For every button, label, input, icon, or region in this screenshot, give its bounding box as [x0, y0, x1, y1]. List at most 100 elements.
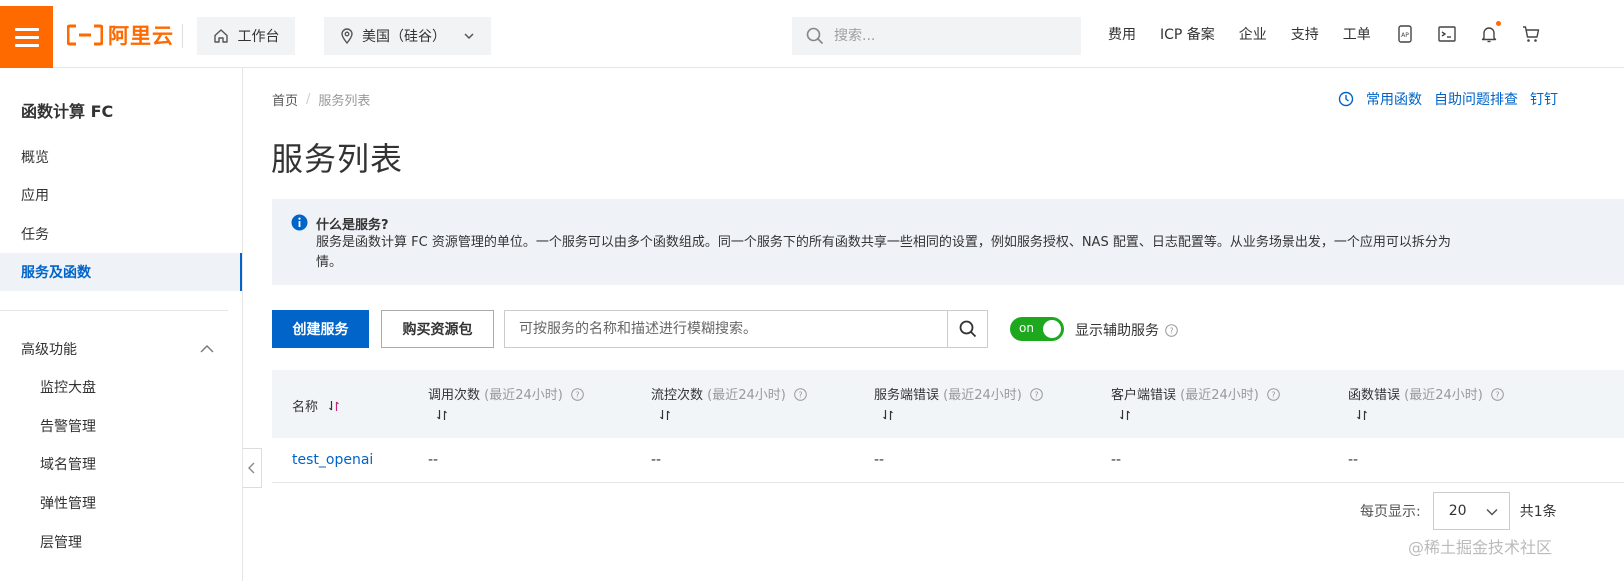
page-size-value: 20	[1448, 503, 1467, 519]
menu-icon[interactable]	[0, 6, 53, 68]
sidebar-item-layers[interactable]: 层管理	[0, 523, 242, 561]
sidebar-item-applications[interactable]: 应用	[0, 176, 242, 214]
column-invocations-hint: (最近24小时)	[480, 388, 563, 403]
sort-icon[interactable]	[882, 409, 894, 421]
breadcrumb-home[interactable]: 首页	[272, 90, 298, 109]
cell-function-errors: --	[1348, 452, 1359, 468]
search-icon	[806, 27, 824, 45]
nav-support[interactable]: 支持	[1291, 24, 1319, 44]
sidebar-group-label: 高级功能	[21, 342, 77, 358]
show-auxiliary-label: 显示辅助服务 ?	[1075, 320, 1178, 340]
sidebar-divider	[0, 310, 228, 311]
dingtalk-link[interactable]: 钉钉	[1530, 89, 1558, 109]
region-selector[interactable]: 美国（硅谷）	[324, 17, 491, 55]
column-throttles-hint: (最近24小时)	[703, 388, 786, 403]
info-icon	[291, 214, 308, 231]
nav-billing[interactable]: 费用	[1108, 24, 1136, 44]
sidebar-item-tasks[interactable]: 任务	[0, 215, 242, 253]
search-icon	[959, 320, 976, 338]
create-service-button[interactable]: 创建服务	[272, 310, 369, 348]
home-icon	[213, 29, 228, 43]
column-function-errors-hint: (最近24小时)	[1400, 388, 1483, 403]
help-icon[interactable]: ?	[1165, 323, 1178, 337]
region-label: 美国（硅谷）	[362, 29, 446, 45]
column-throttles[interactable]: 流控次数 (最近24小时) ?	[651, 384, 807, 421]
top-nav: 费用 ICP 备案 企业 支持 工单 AP	[1108, 21, 1563, 44]
sort-icon[interactable]	[1119, 409, 1131, 421]
svg-text:?: ?	[798, 391, 802, 400]
column-client-errors[interactable]: 客户端错误 (最近24小时) ?	[1111, 384, 1280, 421]
toggle-label: on	[1019, 321, 1034, 335]
notification-dot	[1495, 21, 1501, 26]
column-function-errors[interactable]: 函数错误 (最近24小时) ?	[1348, 384, 1504, 421]
clock-icon	[1338, 91, 1354, 107]
page-size-select[interactable]: 20	[1432, 492, 1510, 530]
sort-icon[interactable]	[1356, 409, 1368, 421]
nav-ticket[interactable]: 工单	[1343, 24, 1371, 44]
column-server-errors[interactable]: 服务端错误 (最近24小时) ?	[874, 384, 1043, 421]
aliyun-logo[interactable]: 阿里云	[66, 21, 174, 49]
chevron-up-icon	[200, 345, 214, 353]
sidebar-item-monitoring[interactable]: 监控大盘	[0, 368, 242, 406]
logo-text: 阿里云	[108, 24, 174, 48]
toolbar: 创建服务 购买资源包 on 显示辅助服务 ?	[272, 310, 1624, 348]
svg-text:?: ?	[1271, 391, 1275, 400]
workbench-label: 工作台	[237, 29, 280, 45]
column-name[interactable]: 名称	[292, 396, 340, 415]
show-auxiliary-text: 显示辅助服务	[1075, 323, 1159, 339]
show-auxiliary-toggle[interactable]: on	[1010, 317, 1064, 341]
global-search-input[interactable]	[834, 28, 1054, 44]
nav-enterprise[interactable]: 企业	[1239, 24, 1267, 44]
cell-client-errors: --	[1111, 452, 1122, 468]
help-icon[interactable]: ?	[571, 388, 584, 401]
app-icon[interactable]: AP	[1395, 24, 1415, 44]
services-table: 名称 调用次数 (最近24小时) ? 流控次数 (最近24小时) ? 服务端错误…	[272, 370, 1624, 483]
service-name-link[interactable]: test_openai	[292, 452, 373, 468]
table-row: test_openai -- -- -- -- --	[272, 438, 1624, 483]
common-functions-link[interactable]: 常用函数	[1366, 89, 1422, 109]
svg-text:?: ?	[1495, 391, 1499, 400]
column-name-label: 名称	[292, 400, 319, 415]
bell-icon[interactable]	[1479, 21, 1501, 44]
workbench-button[interactable]: 工作台	[197, 17, 295, 55]
service-search-button[interactable]	[947, 311, 987, 347]
main-content: 首页 / 服务列表 常用函数 自助问题排查 钉钉 服务列表 什么是服务? 服务是…	[243, 68, 1624, 581]
service-search-input[interactable]	[505, 311, 947, 347]
sidebar-item-elastic[interactable]: 弹性管理	[0, 484, 242, 522]
per-page-label: 每页显示:	[1360, 504, 1421, 520]
total-count: 共1条	[1519, 504, 1557, 520]
sidebar: 函数计算 FC 概览 应用 任务 服务及函数 高级功能 监控大盘 告警管理 域名…	[0, 68, 243, 581]
help-icon[interactable]: ?	[1267, 388, 1280, 401]
help-icon[interactable]: ?	[1491, 388, 1504, 401]
sort-icon[interactable]	[659, 409, 671, 421]
service-search	[504, 310, 988, 348]
breadcrumb-current: 服务列表	[318, 94, 371, 109]
troubleshoot-link[interactable]: 自助问题排查	[1434, 89, 1518, 109]
table-header: 名称 调用次数 (最近24小时) ? 流控次数 (最近24小时) ? 服务端错误…	[272, 370, 1624, 438]
help-icon[interactable]: ?	[794, 388, 807, 401]
info-text-line2: 情。	[316, 255, 343, 270]
sort-icon[interactable]	[436, 409, 448, 421]
svg-text:?: ?	[1169, 326, 1173, 335]
svg-text:?: ?	[1034, 391, 1038, 400]
sidebar-item-overview[interactable]: 概览	[0, 138, 242, 176]
sidebar-item-domains[interactable]: 域名管理	[0, 445, 242, 483]
chevron-down-icon	[464, 33, 474, 40]
nav-icp[interactable]: ICP 备案	[1160, 24, 1215, 44]
help-icon[interactable]: ?	[1030, 388, 1043, 401]
buy-resource-pack-button[interactable]: 购买资源包	[381, 310, 494, 348]
terminal-icon[interactable]	[1437, 24, 1457, 44]
column-invocations[interactable]: 调用次数 (最近24小时) ?	[428, 384, 584, 421]
cart-icon[interactable]	[1521, 24, 1541, 44]
aliyun-logo-mark-icon	[66, 22, 104, 48]
svg-text:AP: AP	[1401, 32, 1409, 39]
global-search[interactable]	[792, 17, 1081, 55]
column-invocations-label: 调用次数	[428, 388, 481, 403]
toggle-knob	[1043, 320, 1061, 338]
info-text: 服务是函数计算 FC 资源管理的单位。一个服务可以由多个函数组成。同一个服务下的…	[316, 233, 1616, 273]
chevron-down-icon	[1486, 508, 1498, 516]
sidebar-item-alerts[interactable]: 告警管理	[0, 407, 242, 445]
sort-icon[interactable]	[328, 400, 340, 412]
sidebar-item-services-functions[interactable]: 服务及函数	[0, 253, 242, 291]
sidebar-group-advanced[interactable]: 高级功能	[0, 330, 242, 368]
